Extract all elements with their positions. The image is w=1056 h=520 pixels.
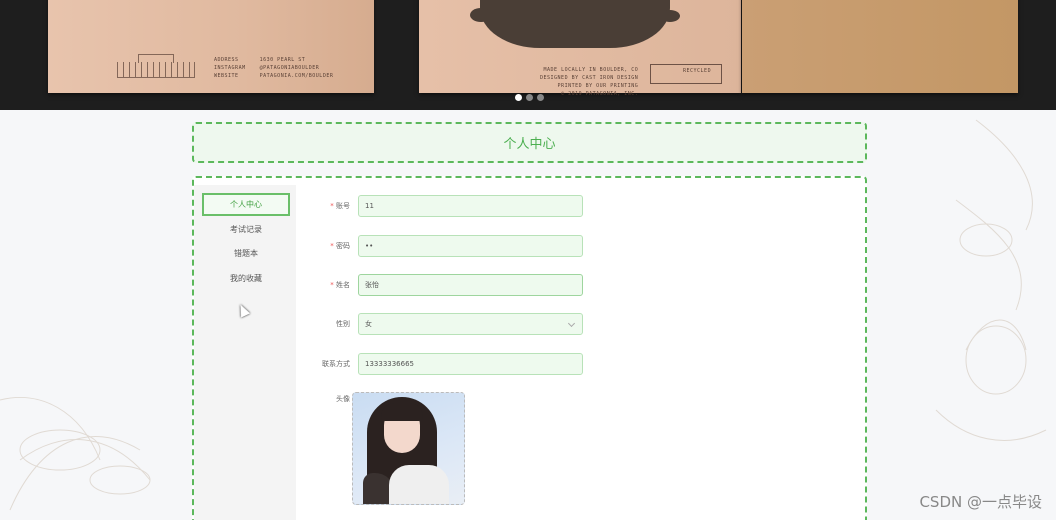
avatar-photo-detail bbox=[381, 403, 423, 421]
avatar-label: 头像 bbox=[336, 395, 350, 403]
ink-drop bbox=[660, 10, 680, 22]
name-label: * 姓名 bbox=[330, 281, 350, 289]
carousel-dot[interactable] bbox=[515, 94, 522, 101]
contact-label: 联系方式 bbox=[322, 360, 350, 368]
avatar-photo-detail bbox=[389, 465, 449, 504]
card-middle-text: MADE LOCALLY IN BOULDER, CO DESIGNED BY … bbox=[540, 67, 639, 97]
account-row: * 账号 11 bbox=[300, 195, 583, 217]
sidebar-item-label: 个人中心 bbox=[230, 200, 262, 209]
carousel-dots bbox=[515, 94, 544, 101]
password-input[interactable]: •• bbox=[358, 235, 583, 257]
gender-value: 女 bbox=[365, 320, 372, 328]
gender-select[interactable]: 女 bbox=[358, 313, 583, 335]
account-label: * 账号 bbox=[330, 202, 350, 210]
password-row: * 密码 •• bbox=[300, 235, 583, 257]
page-title-box: 个人中心 bbox=[192, 122, 867, 163]
name-row: * 姓名 张怡 bbox=[300, 274, 583, 296]
ink-drop bbox=[470, 8, 492, 22]
sidebar-item-mistakes[interactable]: 错题本 bbox=[202, 242, 290, 265]
carousel-card-right bbox=[742, 0, 1018, 93]
avatar-row: 头像 bbox=[300, 392, 358, 406]
floral-decoration-right bbox=[935, 119, 1047, 441]
card-left-text: ADDRESS 1630 PEARL ST INSTAGRAM @PATAGON… bbox=[214, 57, 334, 79]
sidebar-item-label: 错题本 bbox=[234, 249, 258, 258]
carousel-dot[interactable] bbox=[537, 94, 544, 101]
sidebar-item-profile[interactable]: 个人中心 bbox=[202, 193, 290, 216]
building-illustration bbox=[117, 54, 195, 78]
recycle-label-box: RECYCLED bbox=[650, 64, 722, 84]
ink-splash-graphic bbox=[480, 0, 670, 48]
sidebar: 个人中心 考试记录 错题本 我的收藏 bbox=[194, 185, 296, 520]
page-title: 个人中心 bbox=[503, 137, 556, 152]
sidebar-item-label: 我的收藏 bbox=[230, 274, 262, 283]
name-input[interactable]: 张怡 bbox=[358, 274, 583, 296]
contact-row: 联系方式 13333336665 bbox=[300, 353, 583, 375]
carousel-dot[interactable] bbox=[526, 94, 533, 101]
account-input[interactable]: 11 bbox=[358, 195, 583, 217]
profile-panel: 个人中心 考试记录 错题本 我的收藏 bbox=[192, 176, 867, 520]
password-label: * 密码 bbox=[330, 242, 350, 250]
gender-label: 性别 bbox=[336, 320, 350, 328]
watermark: CSDN @一点毕设 bbox=[919, 493, 1042, 511]
sidebar-item-exam-records[interactable]: 考试记录 bbox=[202, 218, 290, 241]
sidebar-item-label: 考试记录 bbox=[230, 225, 262, 234]
sidebar-item-favorites[interactable]: 我的收藏 bbox=[202, 267, 290, 290]
floral-decoration-left bbox=[0, 397, 151, 511]
image-carousel[interactable]: ADDRESS 1630 PEARL ST INSTAGRAM @PATAGON… bbox=[0, 0, 1056, 110]
chevron-down-icon bbox=[567, 319, 576, 328]
gender-row: 性别 女 bbox=[300, 313, 583, 335]
recycle-text: RECYCLED bbox=[683, 68, 712, 74]
ink-drop bbox=[548, 30, 566, 48]
avatar-upload[interactable] bbox=[352, 392, 465, 505]
contact-input[interactable]: 13333336665 bbox=[358, 353, 583, 375]
